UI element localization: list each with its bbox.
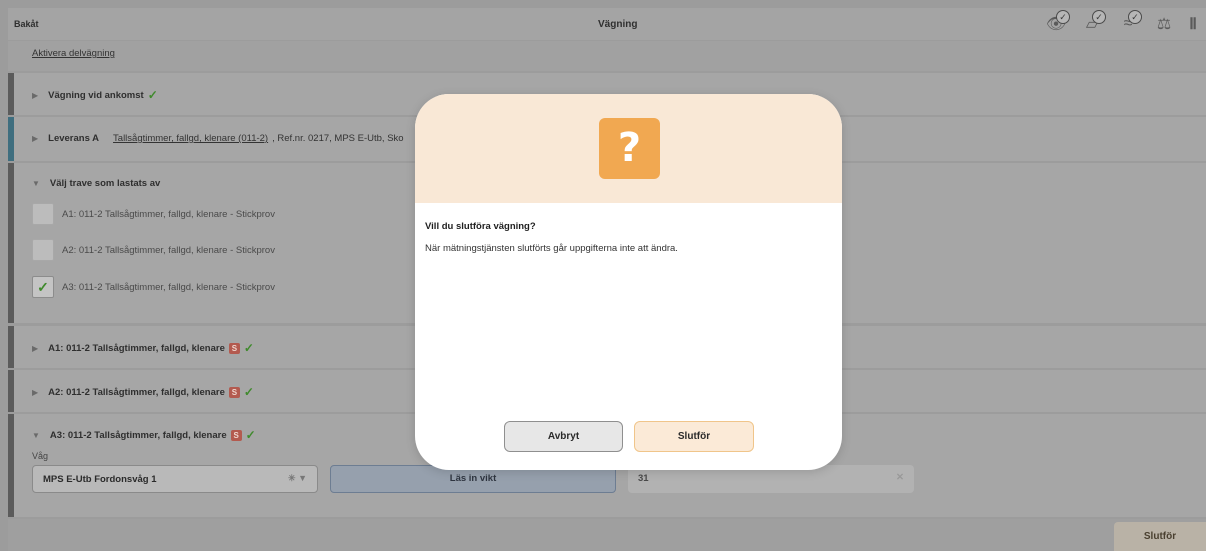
header-bar: Bakåt Vägning 👁 ✓ ▱ ✓ ≈ ✓ ⚖ Ⅱ — [8, 8, 1206, 40]
finish-button[interactable]: Slutför — [1114, 522, 1206, 551]
clear-icon[interactable]: ✕ — [896, 472, 904, 483]
weight-value: 31 — [638, 473, 649, 484]
delivery-details: , Ref.nr. 0217, MPS E-Utb, Sko — [272, 133, 404, 144]
status-icons: 👁 ✓ ▱ ✓ ≈ ✓ ⚖ Ⅱ — [1042, 10, 1200, 37]
chevron-down-icon: ✳ ▼ — [288, 473, 307, 483]
check-icon: ✓ — [243, 341, 254, 355]
sample-badge: S — [230, 429, 242, 441]
sample-badge: S — [228, 386, 240, 398]
eye-check-icon[interactable]: 👁 ✓ — [1042, 10, 1070, 37]
partial-weighing-row: Aktivera delvägning — [8, 41, 1206, 71]
checkbox-checked[interactable]: ✓ — [32, 276, 54, 298]
back-button[interactable]: Bakåt — [14, 19, 39, 29]
section-a1-label: A1: 011-2 Tallsågtimmer, fallgd, klenare — [48, 342, 225, 354]
confirm-finish-button[interactable]: Slutför — [634, 421, 754, 452]
section-a3-label: A3: 011-2 Tallsågtimmer, fallgd, klenare — [49, 429, 227, 441]
approx-check-icon[interactable]: ≈ ✓ — [1114, 10, 1142, 37]
checkbox[interactable] — [32, 239, 54, 261]
scale-select-value: MPS E-Utb Fordonsvåg 1 — [43, 474, 157, 485]
page-title: Vägning — [598, 19, 638, 30]
barcode-icon[interactable]: Ⅱ — [1186, 11, 1200, 37]
activate-partial-weighing-link[interactable]: Aktivera delvägning — [32, 48, 115, 59]
scale-icon[interactable]: ⚖ — [1150, 11, 1178, 37]
pile-option-label: A3: 011-2 Tallsågtimmer, fallgd, klenare… — [62, 281, 275, 293]
delivery-product-link[interactable]: Tallsågtimmer, fallgd, klenare (011-2) — [113, 133, 268, 144]
section-arrival-label: Vägning vid ankomst — [48, 89, 144, 101]
delivery-label: Leverans A — [48, 133, 100, 144]
expanded-arrow-icon: ▼ — [32, 430, 40, 440]
scale-select[interactable]: MPS E-Utb Fordonsvåg 1 ✳ ▼ — [32, 465, 318, 493]
dialog-message: När mätningstjänsten slutförts går uppgi… — [425, 243, 678, 254]
dialog-header: ? — [415, 94, 842, 203]
check-icon: ✓ — [245, 428, 256, 442]
footer-bar: Slutför — [8, 519, 1206, 551]
pile-option-label: A1: 011-2 Tallsågtimmer, fallgd, klenare… — [62, 208, 275, 220]
collapse-arrow-icon: ▶ — [32, 134, 39, 143]
pile-option[interactable]: A2: 011-2 Tallsågtimmer, fallgd, klenare… — [32, 239, 275, 261]
check-icon: ✓ — [147, 88, 158, 102]
pile-option-label: A2: 011-2 Tallsågtimmer, fallgd, klenare… — [62, 244, 275, 256]
sample-badge: S — [228, 342, 240, 354]
checkbox[interactable] — [32, 203, 54, 225]
scale-label: Våg — [32, 451, 49, 461]
choose-pile-label: Välj trave som lastats av — [49, 178, 161, 189]
cancel-button[interactable]: Avbryt — [504, 421, 623, 452]
pile-option[interactable]: A1: 011-2 Tallsågtimmer, fallgd, klenare… — [32, 203, 275, 225]
confirm-dialog: ? Vill du slutföra vägning? När mätnings… — [415, 94, 842, 470]
section-a2-label: A2: 011-2 Tallsågtimmer, fallgd, klenare — [48, 386, 225, 398]
expanded-arrow-icon: ▼ — [32, 179, 40, 188]
collapse-arrow-icon: ▶ — [32, 387, 39, 397]
dialog-title: Vill du slutföra vägning? — [425, 221, 536, 232]
question-icon: ? — [599, 118, 660, 179]
collapse-arrow-icon: ▶ — [32, 90, 39, 100]
document-check-icon[interactable]: ▱ ✓ — [1078, 10, 1106, 37]
check-icon: ✓ — [243, 385, 254, 399]
pile-option[interactable]: ✓ A3: 011-2 Tallsågtimmer, fallgd, klena… — [32, 276, 275, 298]
collapse-arrow-icon: ▶ — [32, 343, 39, 353]
